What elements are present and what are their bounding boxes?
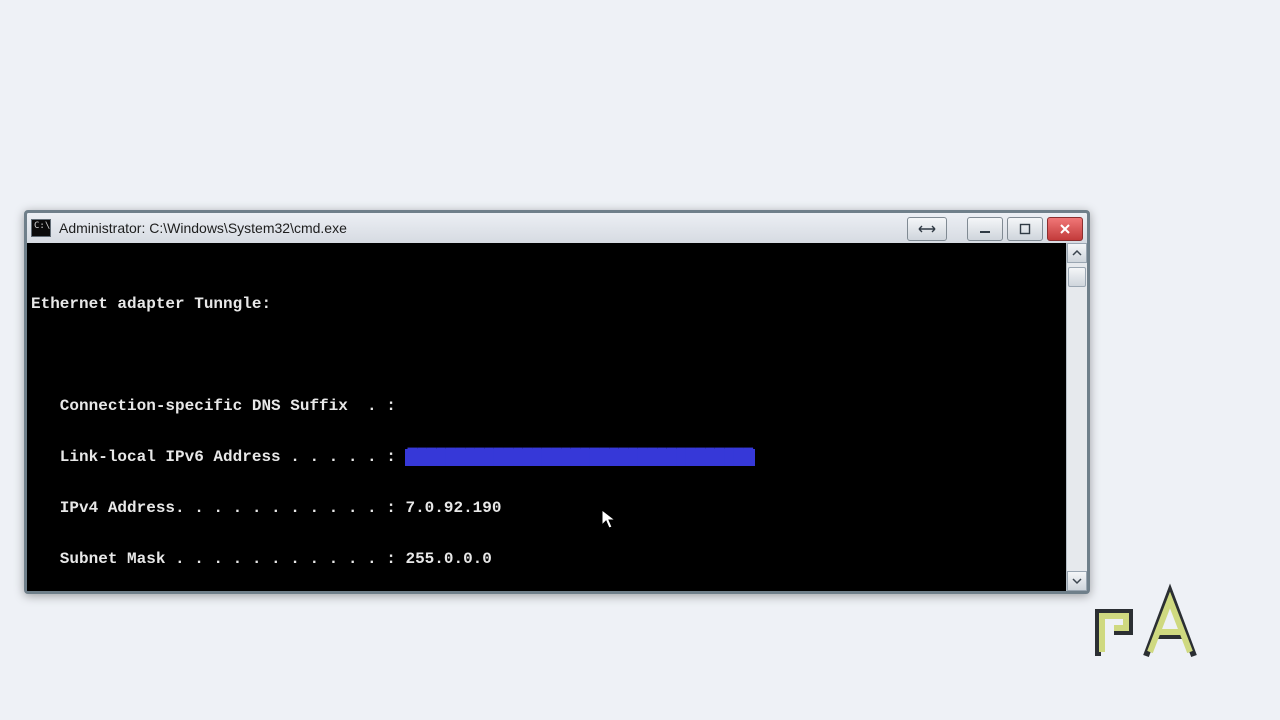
scroll-up-button[interactable] — [1067, 243, 1087, 263]
window-extra-button[interactable] — [907, 217, 947, 241]
scroll-down-button[interactable] — [1067, 571, 1087, 591]
window-title: Administrator: C:\Windows\System32\cmd.e… — [59, 220, 897, 236]
section-header: Ethernet adapter Tunngle: — [31, 296, 1066, 313]
maximize-icon — [1019, 223, 1031, 235]
cmd-icon-text: C:\ — [34, 221, 50, 231]
redacted-value: ████████████████████████████████████ — [405, 449, 755, 466]
value-ipv4: 7.0.92.190 — [405, 500, 501, 517]
close-button[interactable] — [1047, 217, 1083, 241]
maximize-button[interactable] — [1007, 217, 1043, 241]
field-link-local-ipv6: Link-local IPv6 Address . . . . . : ████… — [31, 449, 1066, 466]
chevron-up-icon — [1072, 249, 1082, 257]
value-subnet: 255.0.0.0 — [405, 551, 491, 568]
cmd-window: C:\ Administrator: C:\Windows\System32\c… — [24, 210, 1090, 594]
close-icon — [1059, 223, 1071, 235]
arrow-icon — [917, 224, 937, 234]
console-output[interactable]: Ethernet adapter Tunngle: Connection-spe… — [27, 243, 1066, 591]
field-ipv4: IPv4 Address. . . . . . . . . . . : 7.0.… — [31, 500, 1066, 517]
titlebar-buttons — [903, 217, 1083, 239]
minimize-button[interactable] — [967, 217, 1003, 241]
watermark-logo — [1090, 582, 1220, 662]
window-titlebar[interactable]: C:\ Administrator: C:\Windows\System32\c… — [27, 213, 1087, 244]
scroll-thumb[interactable] — [1068, 267, 1086, 287]
cmd-icon: C:\ — [31, 219, 51, 237]
field-subnet: Subnet Mask . . . . . . . . . . . : 255.… — [31, 551, 1066, 568]
blank-line — [31, 347, 1066, 364]
field-dns-suffix: Connection-specific DNS Suffix . : — [31, 398, 1066, 415]
scroll-track[interactable] — [1067, 263, 1087, 571]
window-client-area: Ethernet adapter Tunngle: Connection-spe… — [27, 243, 1087, 591]
chevron-down-icon — [1072, 577, 1082, 585]
minimize-icon — [979, 223, 991, 235]
vertical-scrollbar[interactable] — [1066, 243, 1087, 591]
